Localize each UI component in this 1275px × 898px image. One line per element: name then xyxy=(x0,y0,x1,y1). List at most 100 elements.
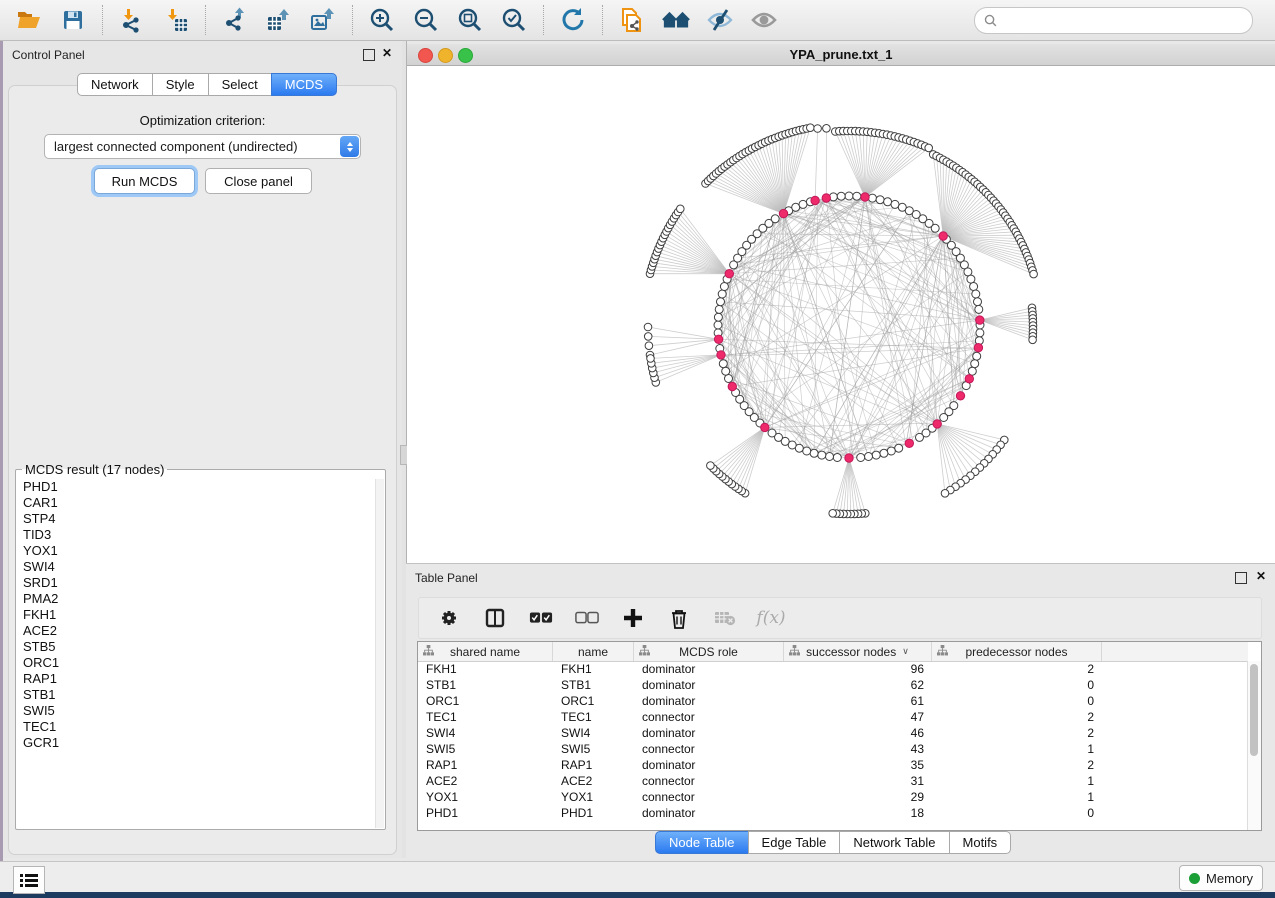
graph-node[interactable] xyxy=(833,454,841,462)
show-all-icon[interactable] xyxy=(750,6,778,34)
mcds-node-item[interactable]: PHD1 xyxy=(17,479,376,495)
selected-graph-node[interactable] xyxy=(956,392,964,400)
table-tab-network-table[interactable]: Network Table xyxy=(839,831,949,854)
graph-node[interactable] xyxy=(715,305,723,313)
run-mcds-button[interactable]: Run MCDS xyxy=(94,168,195,194)
graph-leaf-node[interactable] xyxy=(644,333,652,341)
table-tab-motifs[interactable]: Motifs xyxy=(949,831,1012,854)
tab-select[interactable]: Select xyxy=(208,73,272,96)
graph-node[interactable] xyxy=(895,444,903,452)
selected-graph-node[interactable] xyxy=(965,375,973,383)
graph-node[interactable] xyxy=(792,203,800,211)
graph-leaf-node[interactable] xyxy=(807,124,815,132)
table-row[interactable]: PHD1PHD1dominator180 xyxy=(418,805,1248,821)
mcds-node-item[interactable]: STB1 xyxy=(17,687,376,703)
column-header-successor-nodes[interactable]: successor nodes∨ xyxy=(784,642,932,661)
graph-node[interactable] xyxy=(845,192,853,200)
graph-node[interactable] xyxy=(857,454,865,462)
graph-node[interactable] xyxy=(968,367,976,375)
mcds-node-item[interactable]: TID3 xyxy=(17,527,376,543)
mcds-result-list[interactable]: PHD1CAR1STP4TID3YOX1SWI4SRD1PMA2FKH1ACE2… xyxy=(17,479,376,828)
table-row[interactable]: RAP1RAP1dominator352 xyxy=(418,757,1248,773)
graph-node[interactable] xyxy=(714,313,722,321)
zoom-in-icon[interactable] xyxy=(368,6,396,34)
graph-node[interactable] xyxy=(916,433,924,441)
graph-node[interactable] xyxy=(880,449,888,457)
select-all-columns-icon[interactable] xyxy=(529,606,553,630)
selected-graph-node[interactable] xyxy=(728,382,736,390)
search-input[interactable] xyxy=(1002,7,1252,34)
graph-node[interactable] xyxy=(876,196,884,204)
zoom-selected-icon[interactable] xyxy=(500,6,528,34)
graph-leaf-node[interactable] xyxy=(644,323,652,331)
float-panel-icon[interactable] xyxy=(363,49,375,61)
selected-graph-node[interactable] xyxy=(933,420,941,428)
open-session-icon[interactable] xyxy=(15,6,43,34)
network-canvas[interactable] xyxy=(407,66,1275,563)
selected-graph-node[interactable] xyxy=(811,196,819,204)
save-session-icon[interactable] xyxy=(59,6,87,34)
table-row[interactable]: SWI5SWI5connector431 xyxy=(418,741,1248,757)
graph-node[interactable] xyxy=(971,360,979,368)
close-panel-button[interactable]: Close panel xyxy=(205,168,312,194)
graph-node[interactable] xyxy=(799,200,807,208)
graph-leaf-node[interactable] xyxy=(1029,336,1037,344)
mcds-node-item[interactable]: FKH1 xyxy=(17,607,376,623)
clone-network-icon[interactable] xyxy=(618,6,646,34)
column-header-name[interactable]: name xyxy=(553,642,634,661)
graph-leaf-node[interactable] xyxy=(677,205,685,213)
criterion-dropdown[interactable]: largest connected component (undirected) xyxy=(44,134,361,159)
selected-graph-node[interactable] xyxy=(974,344,982,352)
zoom-fit-icon[interactable] xyxy=(456,6,484,34)
zoom-out-icon[interactable] xyxy=(412,6,440,34)
graph-node[interactable] xyxy=(810,449,818,457)
mcds-node-item[interactable]: CAR1 xyxy=(17,495,376,511)
graph-node[interactable] xyxy=(891,200,899,208)
selected-graph-node[interactable] xyxy=(939,232,947,240)
graph-leaf-node[interactable] xyxy=(814,125,822,133)
mcds-node-item[interactable]: STB5 xyxy=(17,639,376,655)
selected-graph-node[interactable] xyxy=(976,316,984,324)
selected-graph-node[interactable] xyxy=(725,270,733,278)
toggle-column-view-icon[interactable] xyxy=(483,606,507,630)
mcds-node-item[interactable]: STP4 xyxy=(17,511,376,527)
selected-graph-node[interactable] xyxy=(905,439,913,447)
export-image-icon[interactable] xyxy=(309,6,337,34)
graph-node[interactable] xyxy=(803,447,811,455)
graph-leaf-node[interactable] xyxy=(829,510,837,518)
graph-node[interactable] xyxy=(853,192,861,200)
network-window-titlebar[interactable]: YPA_prune.txt_1 xyxy=(407,44,1275,66)
table-row[interactable]: ACE2ACE2connector311 xyxy=(418,773,1248,789)
table-row[interactable]: YOX1YOX1connector291 xyxy=(418,789,1248,805)
first-neighbors-icon[interactable] xyxy=(662,6,690,34)
column-header-shared-name[interactable]: shared name xyxy=(418,642,553,661)
close-panel-icon[interactable]: ✕ xyxy=(382,46,392,60)
graph-leaf-node[interactable] xyxy=(941,490,949,498)
graph-node[interactable] xyxy=(718,290,726,298)
mcds-node-item[interactable]: SWI4 xyxy=(17,559,376,575)
selected-graph-node[interactable] xyxy=(822,194,830,202)
memory-button[interactable]: Memory xyxy=(1179,865,1263,891)
graph-node[interactable] xyxy=(768,429,776,437)
table-tab-node-table[interactable]: Node Table xyxy=(655,831,749,854)
graph-node[interactable] xyxy=(719,360,727,368)
mcds-node-item[interactable]: RAP1 xyxy=(17,671,376,687)
graph-node[interactable] xyxy=(771,215,779,223)
graph-node[interactable] xyxy=(722,367,730,375)
column-header-mcds-role[interactable]: MCDS role xyxy=(634,642,784,661)
graph-node[interactable] xyxy=(940,414,948,422)
mcds-node-item[interactable]: PMA2 xyxy=(17,591,376,607)
graph-node[interactable] xyxy=(818,451,826,459)
show-panels-list-icon[interactable] xyxy=(13,866,45,894)
table-row[interactable]: ORC1ORC1dominator610 xyxy=(418,693,1248,709)
graph-node[interactable] xyxy=(720,283,728,291)
mcds-node-item[interactable]: YOX1 xyxy=(17,543,376,559)
graph-leaf-node[interactable] xyxy=(707,462,715,470)
graph-node[interactable] xyxy=(931,224,939,232)
graph-node[interactable] xyxy=(967,275,975,283)
close-table-panel-icon[interactable]: ✕ xyxy=(1256,569,1266,583)
graph-node[interactable] xyxy=(974,298,982,306)
selected-graph-node[interactable] xyxy=(717,351,725,359)
table-scrollbar-thumb[interactable] xyxy=(1250,664,1258,756)
tab-style[interactable]: Style xyxy=(152,73,209,96)
